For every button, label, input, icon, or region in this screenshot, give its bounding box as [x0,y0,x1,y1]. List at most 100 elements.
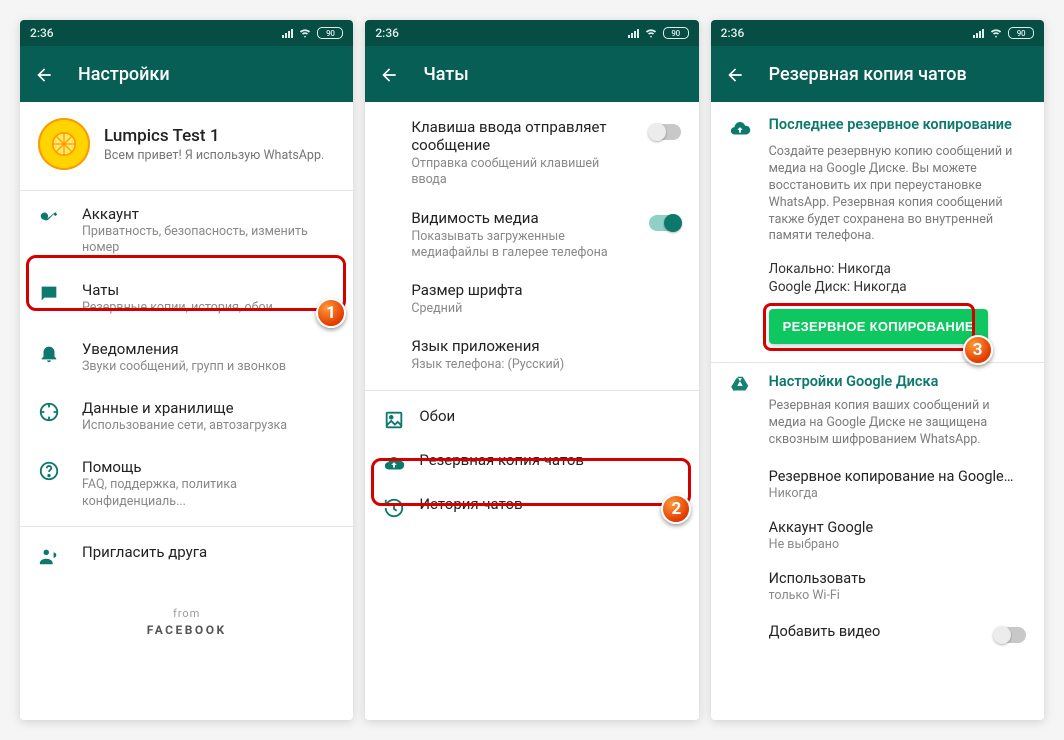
row-title: История чатов [419,495,680,513]
local-value: Локально: Никогда [711,255,1044,277]
chat-icon [38,283,60,305]
appbar-title: Настройки [78,64,170,85]
profile-row[interactable]: Lumpics Test 1 Всем привет! Я использую … [20,102,353,190]
last-backup-section: Последнее резервное копирование [711,102,1044,140]
chats-content: Клавиша ввода отправляет сообщение Отпра… [365,102,698,720]
appbar-title: Резервная копия чатов [769,64,967,85]
signal-icon [282,28,293,38]
settings-item-notifications[interactable]: Уведомления Звуки сообщений, групп и зво… [20,328,353,387]
settings-content: Lumpics Test 1 Всем привет! Я использую … [20,102,353,720]
profile-status: Всем привет! Я использую WhatsApp. [104,148,324,163]
wallpaper-row[interactable]: Обои [365,397,698,441]
battery-icon: 90 [1008,27,1034,39]
avatar [38,118,90,170]
row-sub: Показывать загруженные медиафайлы в гале… [411,229,634,262]
item-sub: Резервные копии, история, обои [82,300,335,316]
toggle-enter-sends[interactable] [649,124,681,140]
settings-item-invite[interactable]: Пригласить друга [20,531,353,579]
app-bar: Настройки [20,46,353,102]
section-title: Последнее резервное копирование [769,116,1012,140]
screen-chats: 2:36 90 Чаты Клавиша ввода отправляет со… [365,20,698,720]
toggle-include-video[interactable] [994,627,1026,643]
row-sub: Отправка сообщений клавишей ввода [411,156,634,189]
app-bar: Чаты [365,46,698,102]
row-sub: Не выбрано [769,537,1026,552]
cloud-up-icon [729,118,751,140]
gdrive-settings-section: Настройки Google Диска [711,363,1044,396]
item-title: Пригласить друга [82,543,335,561]
status-bar: 2:36 90 [365,20,698,46]
cloud-up-icon [383,453,405,475]
status-time: 2:36 [30,26,54,40]
row-title: Резервная копия чатов [419,451,680,469]
from-block: from FACEBOOK [20,607,353,637]
gdrive-icon [729,374,751,396]
row-sub: Никогда [769,486,1026,501]
status-right: 90 [628,25,689,42]
back-icon[interactable] [379,65,397,83]
lemon-icon [49,129,79,159]
divider [20,526,353,527]
backup-button[interactable]: РЕЗЕРВНОЕ КОПИРОВАНИЕ [769,309,988,344]
settings-item-account[interactable]: Аккаунт Приватность, безопасность, измен… [20,193,353,269]
section-title: Настройки Google Диска [769,373,939,390]
settings-item-help[interactable]: Помощь FAQ, поддержка, политика конфиден… [20,446,353,522]
status-bar: 2:36 90 [20,20,353,46]
gdrive-settings-desc: Резервная копия ваших сообщений и медиа … [711,396,1044,459]
item-title: Помощь [82,458,335,476]
screen-backup: 2:36 90 Резервная копия чатов Последнее … [711,20,1044,720]
invite-icon [38,545,60,567]
app-bar: Резервная копия чатов [711,46,1044,102]
back-icon[interactable] [725,65,743,83]
toggle-media-visibility[interactable] [649,215,681,231]
history-icon [383,497,405,519]
status-time: 2:36 [721,26,745,40]
wifi-icon [644,25,658,42]
item-title: Уведомления [82,340,335,358]
row-sub: только Wi-Fi [769,588,1026,603]
data-icon [38,401,60,423]
facebook-label: FACEBOOK [20,623,353,637]
item-title: Данные и хранилище [82,399,335,417]
signal-icon [973,28,984,38]
chat-backup-row[interactable]: Резервная копия чатов [365,441,698,485]
chat-history-row[interactable]: История чатов [365,485,698,529]
profile-name: Lumpics Test 1 [104,126,324,146]
help-icon [38,460,60,482]
enter-sends-row[interactable]: Клавиша ввода отправляет сообщение Отпра… [365,102,698,199]
row-sub: Средний [411,301,680,317]
divider [20,190,353,191]
item-title: Аккаунт [82,205,335,223]
back-icon[interactable] [34,65,52,83]
status-right: 90 [282,25,343,42]
signal-icon [628,28,639,38]
media-visibility-row[interactable]: Видимость медиа Показывать загруженные м… [365,199,698,272]
status-bar: 2:36 90 [711,20,1044,46]
bell-icon [38,342,60,364]
item-title: Чаты [82,281,335,299]
row-title: Клавиша ввода отправляет сообщение [411,118,634,154]
battery-icon: 90 [317,27,343,39]
wifi-icon [989,25,1003,42]
divider [365,390,698,391]
key-icon [38,207,60,229]
google-account-row[interactable]: Аккаунт Google Не выбрано [711,510,1044,561]
gdrive-value: Google Диск: Никогда [711,277,1044,295]
battery-icon: 90 [663,27,689,39]
row-title: Добавить видео [769,623,881,640]
backup-frequency-row[interactable]: Резервное копирование на Google… Никогда [711,459,1044,510]
app-language-row[interactable]: Язык приложения Язык телефона: (Русский) [365,327,698,383]
backup-content: Последнее резервное копирование Создайте… [711,102,1044,720]
include-video-row[interactable]: Добавить видео [711,612,1044,652]
item-sub: Приватность, безопасность, изменить номе… [82,224,335,257]
row-title: Аккаунт Google [769,519,1026,536]
status-time: 2:36 [375,26,399,40]
last-backup-desc: Создайте резервную копию сообщений и мед… [711,140,1044,255]
settings-item-data[interactable]: Данные и хранилище Использование сети, а… [20,387,353,446]
font-size-row[interactable]: Размер шрифта Средний [365,271,698,327]
wallpaper-icon [383,409,405,431]
network-row[interactable]: Использовать только Wi-Fi [711,561,1044,612]
settings-item-chats[interactable]: Чаты Резервные копии, история, обои [20,269,353,328]
row-sub: Язык телефона: (Русский) [411,357,680,373]
screen-settings: 2:36 90 Настройки Lumpics Test 1 Всем пр… [20,20,353,720]
